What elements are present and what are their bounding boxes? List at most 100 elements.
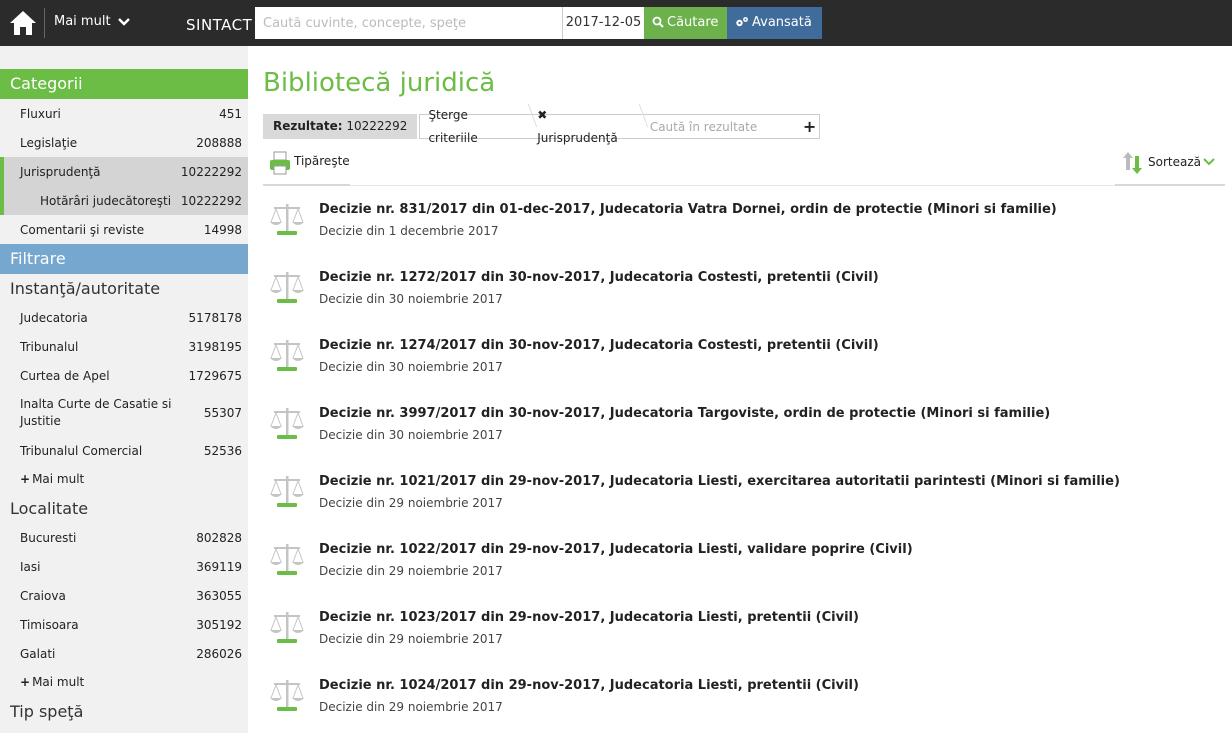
result-item[interactable]: Decizie nr. 1023/2017 din 29-nov-2017, J…: [263, 594, 1225, 662]
filter-count: 55307: [203, 406, 242, 420]
filter-count: 802828: [196, 530, 242, 545]
result-title[interactable]: Decizie nr. 831/2017 din 01-dec-2017, Ju…: [319, 202, 1057, 217]
home-icon[interactable]: [8, 8, 38, 38]
advanced-search-button[interactable]: Avansată: [727, 7, 822, 39]
sidebar: Categorii Fluxuri 451 Legislaţie 208888 Ju…: [0, 46, 248, 733]
results-toolbar: Tipăreşte Sortează: [263, 148, 1225, 186]
page-title: Bibliotecă juridică: [263, 68, 496, 98]
filter-item[interactable]: Timisoara 305192: [0, 610, 248, 639]
category-item[interactable]: Comentarii şi reviste 14998: [0, 215, 248, 244]
search-icon: [652, 16, 664, 28]
scales-of-justice-icon: [270, 680, 304, 711]
sort-button[interactable]: Sortează: [1115, 148, 1225, 186]
filter-count: 363055: [196, 588, 242, 603]
filter-count: 3198195: [188, 339, 242, 354]
filter-count: 1729675: [188, 368, 242, 383]
more-filters-link[interactable]: + Mai mult: [0, 465, 248, 494]
result-title[interactable]: Decizie nr. 3997/2017 din 30-nov-2017, J…: [319, 406, 1050, 421]
result-date: Decizie din 29 noiembrie 2017: [319, 632, 503, 646]
print-button[interactable]: Tipăreşte: [263, 148, 350, 186]
gears-icon: [736, 17, 748, 27]
result-title[interactable]: Decizie nr. 1022/2017 din 29-nov-2017, J…: [319, 542, 913, 557]
filter-count: 52536: [203, 443, 242, 458]
filter-tag[interactable]: ✖ Jurisprudenţă: [529, 104, 640, 150]
scales-of-justice-icon: [270, 204, 304, 235]
clear-criteria-button[interactable]: Şterge criteriile: [420, 104, 529, 150]
filter-label: Tribunalul Comercial: [20, 443, 143, 458]
filter-item[interactable]: Galati 286026: [0, 639, 248, 668]
filter-label: Tribunalul: [20, 339, 79, 354]
search-input[interactable]: [255, 7, 562, 39]
filter-label: Craiova: [20, 588, 66, 603]
result-item[interactable]: Decizie nr. 1274/2017 din 30-nov-2017, J…: [263, 322, 1225, 390]
top-bar: Mai mult SINTACT 2017-12-05 Căutare Avan…: [0, 0, 1232, 46]
filter-header: Filtrare: [0, 244, 248, 274]
result-title[interactable]: Decizie nr. 1272/2017 din 30-nov-2017, J…: [319, 270, 879, 285]
filter-label: Curtea de Apel: [20, 368, 110, 383]
printer-icon: [270, 151, 290, 175]
brand-logo[interactable]: SINTACT: [186, 16, 252, 34]
more-filters-link[interactable]: + Mai mult: [0, 668, 248, 697]
result-title[interactable]: Decizie nr. 1021/2017 din 29-nov-2017, J…: [319, 474, 1120, 489]
result-date: Decizie din 1 decembrie 2017: [319, 224, 499, 238]
criteria-box: Şterge criteriile ✖ Jurisprudenţă +: [419, 108, 821, 145]
chevron-down-icon: [117, 17, 130, 26]
categories-header: Categorii: [0, 69, 248, 99]
result-item[interactable]: Decizie nr. 1272/2017 din 30-nov-2017, J…: [263, 254, 1225, 322]
category-count: 208888: [196, 135, 242, 150]
result-item[interactable]: Decizie nr. 1021/2017 din 29-nov-2017, J…: [263, 458, 1225, 526]
scales-of-justice-icon: [270, 476, 304, 507]
filter-label: Inalta Curte de Casatie si Justitie: [20, 397, 172, 428]
more-menu-label: Mai mult: [54, 14, 111, 29]
subcategory-item-active[interactable]: Hotărâri judecătoreşti 10222292: [0, 186, 248, 215]
scales-of-justice-icon: [270, 612, 304, 643]
filter-tag-label: Jurisprudenţă: [537, 130, 618, 145]
scales-of-justice-icon: [270, 340, 304, 371]
result-title[interactable]: Decizie nr. 1023/2017 din 29-nov-2017, J…: [319, 610, 859, 625]
criteria-bar: Rezultate: 10222292 Şterge criteriile ✖ …: [263, 108, 821, 145]
filter-item[interactable]: Judecatoria 5178178: [0, 303, 248, 332]
search-button-label: Căutare: [667, 15, 719, 30]
result-item[interactable]: Decizie nr. 1024/2017 din 29-nov-2017, J…: [263, 662, 1225, 730]
print-label: Tipăreşte: [294, 154, 350, 168]
result-title[interactable]: Decizie nr. 1274/2017 din 30-nov-2017, J…: [319, 338, 879, 353]
filter-group-title: Instanţă/autoritate: [10, 279, 161, 298]
result-date: Decizie din 29 noiembrie 2017: [319, 496, 503, 510]
date-field[interactable]: 2017-12-05: [562, 7, 644, 39]
sort-label: Sortează: [1148, 155, 1201, 169]
search-button[interactable]: Căutare: [644, 7, 727, 39]
filter-item[interactable]: Inalta Curte de Casatie si Justitie 55307: [0, 390, 248, 436]
filter-item[interactable]: Tribunalul Comercial 52536: [0, 436, 248, 465]
category-item-active[interactable]: Jurisprudenţă 10222292: [0, 157, 248, 186]
advanced-button-label: Avansată: [752, 15, 812, 30]
filter-count: 5178178: [188, 310, 242, 325]
results-label: Rezultate:: [273, 119, 343, 133]
remove-icon[interactable]: ✖: [537, 108, 547, 122]
result-date: Decizie din 30 noiembrie 2017: [319, 428, 503, 442]
filter-item[interactable]: Bucuresti 802828: [0, 523, 248, 552]
result-item[interactable]: Decizie nr. 1022/2017 din 29-nov-2017, J…: [263, 526, 1225, 594]
filter-item[interactable]: Tribunalul 3198195: [0, 332, 248, 361]
category-count: 10222292: [180, 193, 242, 208]
filter-item[interactable]: Iasi 369119: [0, 552, 248, 581]
result-item[interactable]: Decizie nr. 831/2017 din 01-dec-2017, Ju…: [263, 186, 1225, 254]
search-in-results-input[interactable]: [639, 115, 800, 138]
filter-group-title: Localitate: [10, 499, 89, 518]
category-label: Comentarii şi reviste: [20, 222, 145, 237]
category-label: Fluxuri: [20, 106, 61, 121]
result-item[interactable]: Decizie nr. 3997/2017 din 30-nov-2017, J…: [263, 390, 1225, 458]
result-date: Decizie din 30 noiembrie 2017: [319, 292, 503, 306]
category-count: 451: [219, 106, 242, 121]
filter-label: Timisoara: [20, 617, 79, 632]
scales-of-justice-icon: [270, 544, 304, 575]
filter-item[interactable]: Craiova 363055: [0, 581, 248, 610]
result-title[interactable]: Decizie nr. 1024/2017 din 29-nov-2017, J…: [319, 678, 859, 693]
category-item[interactable]: Fluxuri 451: [0, 99, 248, 128]
more-menu-button[interactable]: Mai mult: [54, 14, 130, 29]
result-date: Decizie din 29 noiembrie 2017: [319, 700, 503, 714]
filter-label: Galati: [20, 646, 56, 661]
category-item[interactable]: Legislaţie 208888: [0, 128, 248, 157]
plus-icon: +: [20, 472, 31, 486]
filter-item[interactable]: Curtea de Apel 1729675: [0, 361, 248, 390]
add-criteria-icon[interactable]: +: [800, 117, 820, 136]
